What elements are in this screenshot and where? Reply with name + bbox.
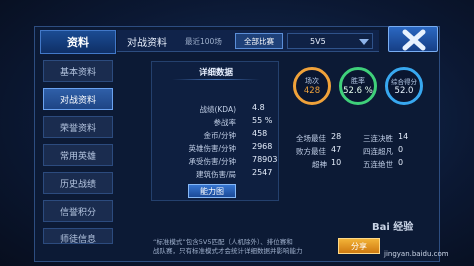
all-matches-tab[interactable]: 全部比赛 (235, 33, 283, 49)
detail-value-kda: 4.8 (252, 103, 265, 112)
top-bar: 对战资料 最近100场 全部比赛 5V5 (117, 30, 379, 52)
detail-label-gold: 金币/分钟 (203, 131, 236, 140)
stat-value-losing-mvp: 47 (331, 145, 342, 154)
win-rate-label: 胜率 (351, 77, 365, 85)
stat-label-losing-mvp: 败方最佳 (296, 147, 326, 156)
detail-label-building-damage: 建筑伤害/局 (195, 170, 236, 179)
watermark-logo: Bai 经验 (372, 222, 414, 233)
detail-label-damage-taken: 承受伤害/分钟 (188, 157, 236, 166)
stat-value-triple-kill: 14 (398, 132, 409, 141)
mode-select-value: 5V5 (310, 37, 326, 46)
stat-label-quadra-kill: 四连超凡 (363, 147, 393, 156)
sidebar-item-mentor[interactable]: 师徒信息 (43, 228, 113, 244)
stat-label-mvp: 全场最佳 (296, 134, 326, 143)
sidebar: 资料 基本资料 对战资料 荣誉资料 常用英雄 历史战绩 信誉积分 师徒信息 (40, 30, 116, 262)
detail-value-gold: 458 (252, 129, 268, 138)
detail-label-kda: 战绩(KDA) (199, 105, 236, 114)
stat-value-quadra-kill: 0 (398, 145, 404, 154)
page-title: 对战资料 (127, 38, 167, 49)
sidebar-item-history[interactable]: 历史战绩 (43, 172, 113, 194)
sidebar-item-common-heroes[interactable]: 常用英雄 (43, 144, 113, 166)
mode-select[interactable]: 5V5 (287, 33, 373, 49)
sidebar-title: 资料 (40, 30, 116, 54)
detail-title: 详细数据 (198, 68, 233, 78)
detail-value-participation: 55 % (252, 116, 273, 125)
main-content: 详细数据 战绩(KDA) 4.8 参战率 55 % 金币/分钟 458 英雄伤害… (117, 53, 437, 235)
sidebar-item-honor-info[interactable]: 荣誉资料 (43, 116, 113, 138)
matches-label: 场次 (305, 77, 319, 85)
share-button[interactable]: 分享 (338, 238, 380, 254)
sidebar-item-basic-info[interactable]: 基本资料 (43, 60, 113, 82)
stat-label-triple-kill: 三连决胜 (363, 134, 393, 143)
score-label: 综合得分 (391, 78, 417, 86)
detail-label-hero-damage: 英雄伤害/分钟 (188, 144, 236, 153)
stat-label-legendary: 超神 (312, 160, 327, 169)
detail-value-damage-taken: 78903 (252, 155, 278, 164)
notice-line-1: “标准模式”包含5V5匹配（人机除外）、排位赛和 (153, 238, 293, 246)
ability-chart-button[interactable]: 能力图 (188, 184, 236, 198)
detail-value-hero-damage: 2968 (252, 142, 273, 151)
notice-line-2: 战队赛，只有标准模式才会统计详细数据并影响能力 (153, 247, 303, 255)
score-value: 52.0 (394, 86, 414, 96)
win-rate-value: 52.6 % (343, 86, 373, 96)
detail-panel: 详细数据 战绩(KDA) 4.8 参战率 55 % 金币/分钟 458 英雄伤害… (151, 61, 279, 201)
detail-label-participation: 参战率 (213, 118, 237, 127)
circle-score: 综合得分 52.0 (385, 67, 423, 105)
circle-win-rate: 胜率 52.6 % (339, 67, 377, 105)
circle-matches: 场次 428 (293, 67, 331, 105)
stat-value-legendary: 10 (331, 158, 342, 167)
stat-value-penta-kill: 0 (398, 158, 404, 167)
close-icon (402, 29, 426, 51)
stat-label-penta-kill: 五连绝世 (363, 160, 393, 169)
close-button[interactable] (388, 26, 438, 52)
mode-notice: “标准模式”包含5V5匹配（人机除外）、排位赛和 战队赛，只有标准模式才会统计详… (117, 236, 337, 260)
detail-value-building-damage: 2547 (252, 168, 273, 177)
watermark-url: jingyan.baidu.com (384, 250, 449, 258)
divider (172, 79, 260, 80)
chevron-down-icon (359, 39, 369, 45)
matches-value: 428 (303, 86, 321, 96)
sidebar-item-battle-info[interactable]: 对战资料 (43, 88, 113, 110)
recent-matches-label: 最近100场 (185, 37, 222, 46)
stat-value-mvp: 28 (331, 132, 342, 141)
sidebar-item-credit-score[interactable]: 信誉积分 (43, 200, 113, 222)
